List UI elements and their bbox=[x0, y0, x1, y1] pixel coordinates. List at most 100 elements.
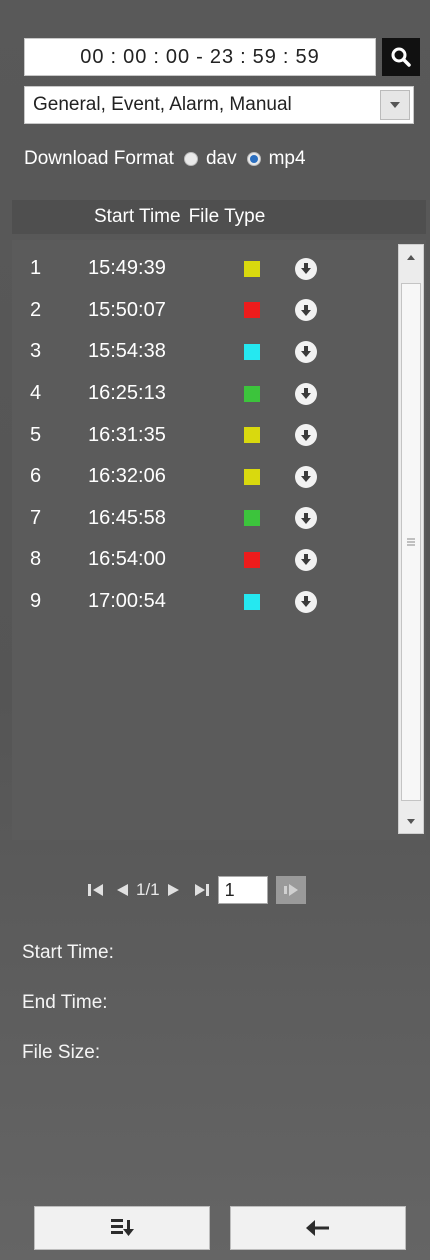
download-icon bbox=[301, 554, 311, 566]
start-hour[interactable]: 00 bbox=[77, 46, 107, 69]
radio-mp4[interactable] bbox=[246, 152, 261, 166]
end-time-info: End Time: bbox=[22, 992, 108, 1013]
batch-download-icon bbox=[111, 1219, 134, 1236]
time-range-row: 00 : 00 : 00 - 23 : 59 : 59 bbox=[24, 38, 420, 76]
row-start-time: 16:25:13 bbox=[88, 382, 166, 405]
row-start-time: 16:32:06 bbox=[88, 465, 166, 488]
start-time-header: Start Time bbox=[94, 206, 181, 227]
row-index: 1 bbox=[30, 257, 42, 280]
file-type-indicator bbox=[244, 468, 260, 485]
download-button[interactable] bbox=[295, 257, 317, 280]
start-second[interactable]: 00 bbox=[163, 46, 193, 69]
row-start-time: 15:49:39 bbox=[88, 257, 166, 280]
range-dash: - bbox=[196, 45, 204, 68]
row-start-time: 16:31:35 bbox=[88, 423, 166, 446]
time-range-input[interactable]: 00 : 00 : 00 - 23 : 59 : 59 bbox=[24, 38, 376, 76]
go-page-button[interactable] bbox=[275, 876, 306, 904]
page-indicator: 1/1 bbox=[136, 880, 160, 899]
download-icon bbox=[301, 596, 311, 608]
table-row[interactable]: 8 16:54:00 bbox=[12, 539, 392, 581]
download-button[interactable] bbox=[295, 299, 317, 322]
search-icon bbox=[391, 47, 411, 67]
file-type-indicator bbox=[244, 385, 260, 402]
table-row[interactable]: 1 15:49:39 bbox=[12, 248, 392, 290]
download-button[interactable] bbox=[295, 590, 317, 613]
next-page-icon[interactable] bbox=[166, 881, 182, 899]
last-page-icon[interactable] bbox=[192, 881, 212, 899]
row-start-time: 16:54:00 bbox=[88, 548, 166, 571]
batch-download-button[interactable] bbox=[34, 1206, 210, 1250]
download-icon bbox=[301, 471, 311, 483]
row-start-time: 16:45:58 bbox=[88, 506, 166, 529]
radio-dav[interactable] bbox=[183, 152, 198, 166]
download-icon bbox=[301, 429, 311, 441]
download-button[interactable] bbox=[295, 424, 317, 447]
download-button[interactable] bbox=[295, 382, 317, 405]
table-row[interactable]: 9 17:00:54 bbox=[12, 581, 392, 623]
download-button[interactable] bbox=[295, 507, 317, 530]
row-index: 4 bbox=[30, 382, 42, 405]
table-row[interactable]: 3 15:54:38 bbox=[12, 331, 392, 373]
download-icon bbox=[301, 304, 311, 316]
row-index: 5 bbox=[30, 423, 42, 446]
scrollbar[interactable] bbox=[398, 244, 424, 834]
prev-page-icon[interactable] bbox=[114, 881, 130, 899]
start-minute[interactable]: 00 bbox=[120, 46, 150, 69]
back-button[interactable] bbox=[230, 1206, 406, 1250]
table-row[interactable]: 2 15:50:07 bbox=[12, 290, 392, 332]
file-type-indicator bbox=[244, 510, 260, 527]
table-row[interactable]: 6 16:32:06 bbox=[12, 456, 392, 498]
file-list: 1 15:49:39 2 15:50:07 3 15:54:38 4 16:25:13 5 16:… bbox=[12, 248, 392, 622]
file-type-header: File Type bbox=[188, 206, 266, 227]
file-type-indicator bbox=[244, 593, 260, 610]
end-second[interactable]: 59 bbox=[292, 46, 322, 69]
time-separator: : bbox=[282, 45, 290, 68]
scroll-thumb[interactable] bbox=[401, 283, 421, 801]
page-number-input[interactable]: 1 bbox=[217, 876, 268, 904]
row-start-time: 15:50:07 bbox=[88, 298, 166, 321]
jump-arrow-icon bbox=[283, 884, 298, 896]
pagination: 1/1 1 bbox=[86, 874, 306, 906]
table-row[interactable]: 4 16:25:13 bbox=[12, 373, 392, 415]
file-type-indicator bbox=[244, 427, 260, 444]
chevron-down-icon bbox=[390, 102, 400, 108]
dropdown-button[interactable] bbox=[380, 90, 410, 120]
file-table-header: Start Time File Type bbox=[12, 200, 426, 234]
dav-label: dav bbox=[205, 148, 237, 169]
record-type-value: General, Event, Alarm, Manual bbox=[33, 94, 292, 115]
download-format-label: Download Format bbox=[24, 148, 174, 169]
scroll-up-button[interactable] bbox=[399, 245, 423, 269]
time-separator: : bbox=[110, 45, 118, 68]
chevron-down-icon bbox=[407, 818, 415, 824]
row-index: 3 bbox=[30, 340, 42, 363]
playback-panel: 00 : 00 : 00 - 23 : 59 : 59 General, Eve… bbox=[0, 0, 430, 1260]
chevron-up-icon bbox=[407, 254, 415, 260]
file-type-indicator bbox=[244, 343, 260, 360]
file-size-info: File Size: bbox=[22, 1042, 101, 1063]
download-button[interactable] bbox=[295, 548, 317, 571]
download-button[interactable] bbox=[295, 340, 317, 363]
first-page-icon[interactable] bbox=[86, 881, 106, 899]
table-row[interactable]: 5 16:31:35 bbox=[12, 414, 392, 456]
grip-icon bbox=[407, 538, 415, 546]
file-type-indicator bbox=[244, 260, 260, 277]
time-separator: : bbox=[153, 45, 160, 68]
row-index: 8 bbox=[30, 548, 42, 571]
download-button[interactable] bbox=[295, 465, 317, 488]
row-index: 7 bbox=[30, 506, 42, 529]
download-format-row: Download Format dav mp4 bbox=[24, 144, 306, 174]
row-start-time: 17:00:54 bbox=[88, 590, 166, 613]
download-icon bbox=[301, 346, 311, 358]
row-index: 9 bbox=[30, 590, 42, 613]
scroll-down-button[interactable] bbox=[399, 809, 423, 833]
search-button[interactable] bbox=[382, 38, 420, 76]
table-row[interactable]: 7 16:45:58 bbox=[12, 498, 392, 540]
end-hour[interactable]: 23 bbox=[207, 46, 237, 69]
download-icon bbox=[301, 388, 311, 400]
end-minute[interactable]: 59 bbox=[250, 46, 280, 69]
record-type-select[interactable]: General, Event, Alarm, Manual bbox=[24, 86, 414, 124]
back-arrow-icon bbox=[306, 1220, 329, 1236]
row-index: 6 bbox=[30, 465, 42, 488]
time-separator: : bbox=[240, 45, 247, 68]
download-icon bbox=[301, 263, 311, 275]
